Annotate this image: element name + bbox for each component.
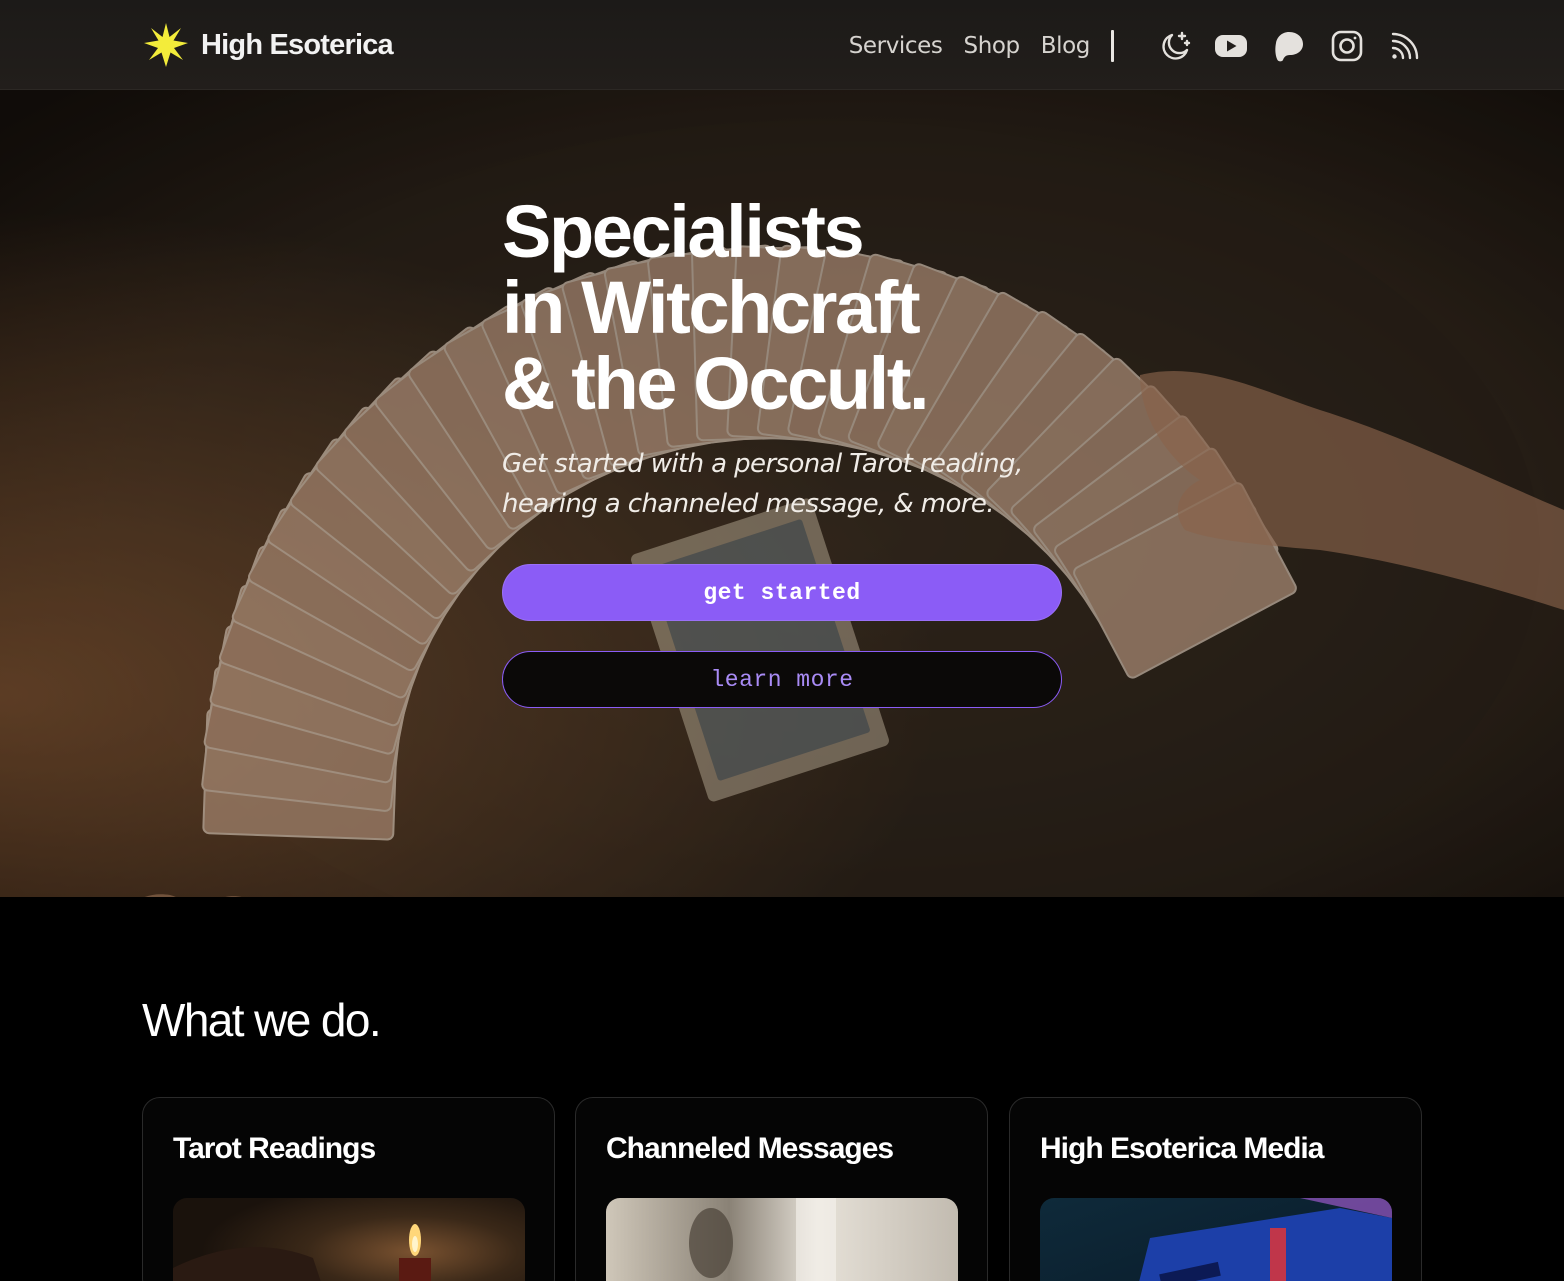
hero-title-line: & the Occult. — [502, 342, 930, 425]
service-card-tarot[interactable]: Tarot Readings — [142, 1097, 555, 1281]
patreon-icon — [1275, 32, 1303, 62]
blurred-light-image — [606, 1198, 958, 1281]
hero-content: Specialists in Witchcraft & the Occult. … — [502, 194, 1102, 524]
hero-subtitle-line: Get started with a personal Tarot readin… — [502, 449, 1023, 479]
service-card-media[interactable]: High Esoterica Media — [1009, 1097, 1422, 1281]
rss-link[interactable] — [1388, 29, 1422, 63]
instagram-link[interactable] — [1330, 29, 1364, 63]
rss-icon — [1391, 32, 1419, 60]
what-we-do-section: What we do. Tarot Readings Channeled Mes… — [0, 897, 1564, 1281]
get-started-button[interactable]: get started — [502, 564, 1062, 621]
main-nav: Services Shop Blog — [849, 26, 1422, 66]
learn-more-button[interactable]: learn more — [502, 651, 1062, 708]
hero-subtitle-line: hearing a channeled message, & more. — [502, 489, 995, 519]
nav-divider — [1111, 30, 1114, 62]
hero-title-line: in Witchcraft — [502, 266, 921, 349]
patreon-link[interactable] — [1272, 29, 1306, 63]
nav-link-shop[interactable]: Shop — [964, 33, 1021, 59]
youtube-icon — [1215, 35, 1247, 57]
candle-image — [173, 1198, 525, 1281]
hero-title-line: Specialists — [502, 190, 865, 273]
section-title: What we do. — [142, 994, 382, 1046]
brand-name: High Esoterica — [201, 28, 394, 61]
hero-section: Specialists in Witchcraft & the Occult. … — [0, 90, 1564, 897]
star-logo-icon — [144, 23, 188, 67]
site-header: High Esoterica Services Shop Blog — [0, 0, 1564, 90]
hero-subtitle: Get started with a personal Tarot readin… — [502, 444, 1102, 524]
card-title: Channeled Messages — [606, 1132, 894, 1165]
nav-link-blog[interactable]: Blog — [1041, 33, 1091, 59]
camera-image — [1040, 1198, 1392, 1281]
nav-link-services[interactable]: Services — [849, 33, 943, 59]
theme-toggle-button[interactable] — [1158, 29, 1192, 63]
service-card-channeled-messages[interactable]: Channeled Messages — [575, 1097, 988, 1281]
card-title: High Esoterica Media — [1040, 1132, 1324, 1165]
youtube-link[interactable] — [1214, 29, 1248, 63]
moon-stars-icon — [1162, 31, 1191, 60]
instagram-icon — [1331, 30, 1363, 62]
hero-title: Specialists in Witchcraft & the Occult. — [502, 194, 1102, 422]
card-title: Tarot Readings — [173, 1132, 376, 1165]
brand-logo-link[interactable]: High Esoterica — [143, 22, 394, 68]
